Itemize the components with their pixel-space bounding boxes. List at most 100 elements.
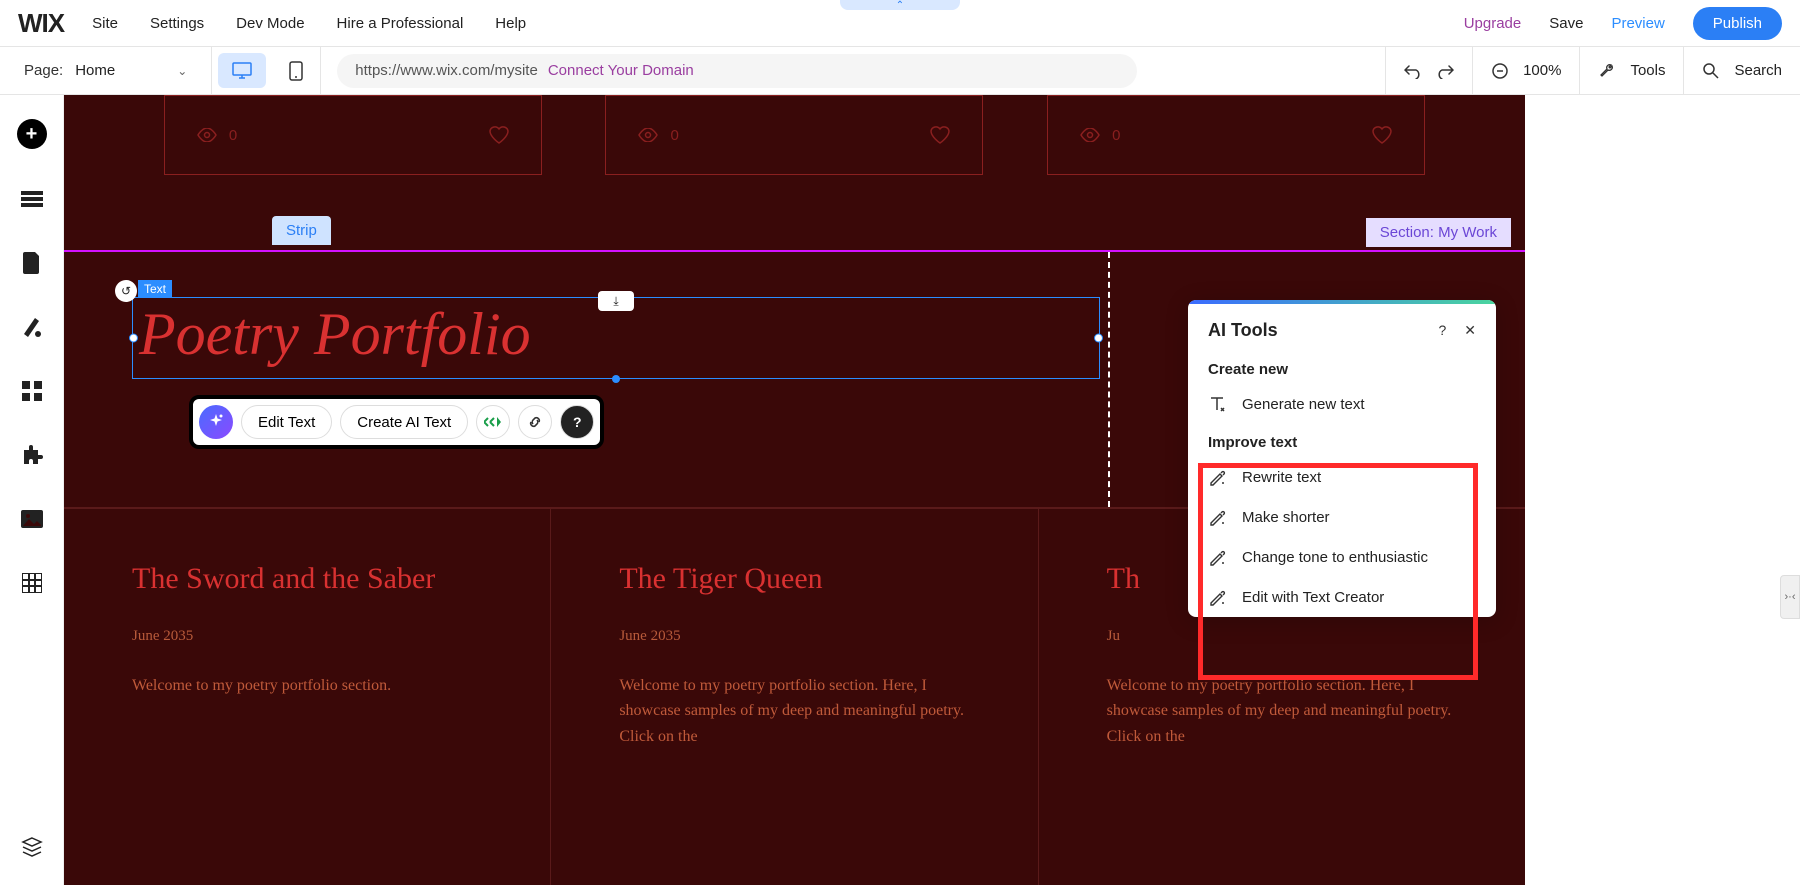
- make-shorter-item[interactable]: Make shorter: [1188, 497, 1496, 537]
- search-icon: [1702, 62, 1720, 80]
- column-title: The Sword and the Saber: [132, 559, 482, 600]
- page-label: Page:: [24, 62, 63, 79]
- column-title: The Tiger Queen: [619, 559, 969, 600]
- zoom-group[interactable]: 100%: [1472, 47, 1579, 94]
- desktop-view-button[interactable]: [218, 53, 266, 88]
- pencil-icon: [1208, 508, 1226, 526]
- tools-group[interactable]: Tools: [1579, 47, 1683, 94]
- text-type-badge: Text: [138, 280, 172, 298]
- generate-new-text-item[interactable]: Generate new text: [1188, 384, 1496, 424]
- popup-help-icon[interactable]: ?: [1438, 322, 1446, 339]
- menu-dev-mode[interactable]: Dev Mode: [236, 15, 304, 32]
- menu-help[interactable]: Help: [495, 15, 526, 32]
- top-actions: Upgrade Save Preview Publish: [1464, 7, 1782, 40]
- redo-icon[interactable]: [1436, 62, 1454, 80]
- undo-icon[interactable]: [1404, 62, 1422, 80]
- menu-hire[interactable]: Hire a Professional: [337, 15, 464, 32]
- rewrite-text-item[interactable]: Rewrite text: [1188, 457, 1496, 497]
- device-toggle: [211, 47, 321, 94]
- upgrade-link[interactable]: Upgrade: [1464, 15, 1522, 32]
- apps-icon[interactable]: [18, 377, 46, 405]
- page-selector[interactable]: Page: Home ⌄: [0, 47, 211, 94]
- column-date: June 2035: [619, 628, 969, 645]
- section-tab[interactable]: Section: My Work: [1366, 218, 1511, 247]
- column-2[interactable]: The Tiger Queen June 2035 Welcome to my …: [551, 509, 1038, 885]
- link-icon: [527, 414, 543, 430]
- eye-icon: [197, 128, 217, 142]
- add-element-button[interactable]: +: [17, 119, 47, 149]
- heart-icon[interactable]: [930, 126, 950, 144]
- heart-icon[interactable]: [1372, 126, 1392, 144]
- pencil-icon: [1208, 548, 1226, 566]
- ai-sparkle-button[interactable]: [199, 405, 233, 439]
- menu-settings[interactable]: Settings: [150, 15, 204, 32]
- pencil-icon: [1208, 588, 1226, 606]
- item-label: Change tone to enthusiastic: [1242, 549, 1428, 566]
- edit-with-text-creator-item[interactable]: Edit with Text Creator: [1188, 577, 1496, 617]
- anchor-button[interactable]: ⤓: [598, 291, 634, 311]
- design-icon[interactable]: [18, 313, 46, 341]
- column-body: Welcome to my poetry portfolio section. …: [1107, 673, 1457, 750]
- pencil-icon: [1208, 468, 1226, 486]
- text-generate-icon: [1208, 395, 1226, 413]
- view-count: 0: [670, 127, 678, 144]
- post-card[interactable]: 0: [605, 95, 983, 175]
- menu-site[interactable]: Site: [92, 15, 118, 32]
- post-card[interactable]: 0: [1047, 95, 1425, 175]
- preview-button[interactable]: Preview: [1611, 15, 1664, 32]
- view-count: 0: [1112, 127, 1120, 144]
- mobile-icon: [289, 61, 303, 81]
- top-menu: Site Settings Dev Mode Hire a Profession…: [92, 15, 1464, 32]
- animation-button[interactable]: [476, 405, 510, 439]
- canvas-area: ›·‹ 0 0 0 Strip Section: My Work ↺ Text: [64, 95, 1800, 885]
- secondbar-right: 100% Tools Search: [1385, 47, 1800, 94]
- tools-label: Tools: [1630, 62, 1665, 79]
- site-url: https://www.wix.com/mysite: [355, 62, 538, 79]
- layers-icon[interactable]: [18, 833, 46, 861]
- wix-logo[interactable]: WIX: [18, 8, 64, 39]
- sparkle-icon: [207, 413, 225, 431]
- connect-domain-link[interactable]: Connect Your Domain: [548, 62, 694, 79]
- zoom-value: 100%: [1523, 62, 1561, 79]
- selected-text-element[interactable]: ↺ Text ⤓ Poetry Portfolio: [132, 297, 1100, 379]
- sections-icon[interactable]: [18, 185, 46, 213]
- column-body: Welcome to my poetry portfolio section. …: [619, 673, 969, 750]
- strip-tab[interactable]: Strip: [272, 216, 331, 245]
- item-label: Rewrite text: [1242, 469, 1321, 486]
- top-bar: WIX Site Settings Dev Mode Hire a Profes…: [0, 0, 1800, 47]
- heart-icon[interactable]: [489, 126, 509, 144]
- integrations-icon[interactable]: [18, 441, 46, 469]
- chevron-down-icon: ⌄: [177, 64, 187, 78]
- resize-handle-bottom[interactable]: [612, 375, 620, 383]
- url-bar[interactable]: https://www.wix.com/mysite Connect Your …: [337, 54, 1137, 88]
- second-bar: Page: Home ⌄ https://www.wix.com/mysite …: [0, 47, 1800, 95]
- top-expand-tab[interactable]: ⌃: [840, 0, 960, 10]
- create-ai-text-button[interactable]: Create AI Text: [340, 405, 468, 439]
- cms-icon[interactable]: [18, 569, 46, 597]
- wrench-icon: [1598, 62, 1616, 80]
- edit-text-button[interactable]: Edit Text: [241, 405, 332, 439]
- save-button[interactable]: Save: [1549, 15, 1583, 32]
- close-icon[interactable]: ✕: [1464, 322, 1476, 339]
- media-icon[interactable]: [18, 505, 46, 533]
- change-tone-item[interactable]: Change tone to enthusiastic: [1188, 537, 1496, 577]
- ai-tools-popup: AI Tools ? ✕ Create new Generate new tex…: [1188, 300, 1496, 617]
- item-label: Make shorter: [1242, 509, 1330, 526]
- mobile-view-button[interactable]: [272, 47, 320, 94]
- revert-badge[interactable]: ↺: [115, 280, 137, 302]
- help-button[interactable]: ?: [560, 405, 594, 439]
- search-label: Search: [1734, 62, 1782, 79]
- column-date: June 2035: [132, 628, 482, 645]
- post-card[interactable]: 0: [164, 95, 542, 175]
- question-icon: ?: [573, 414, 582, 430]
- expand-handle[interactable]: ›·‹: [1780, 575, 1800, 619]
- pages-icon[interactable]: [18, 249, 46, 277]
- column-1[interactable]: The Sword and the Saber June 2035 Welcom…: [64, 509, 551, 885]
- element-toolbar: Edit Text Create AI Text ?: [189, 395, 604, 449]
- link-button[interactable]: [518, 405, 552, 439]
- publish-button[interactable]: Publish: [1693, 7, 1782, 40]
- search-group[interactable]: Search: [1683, 47, 1800, 94]
- eye-icon: [1080, 128, 1100, 142]
- left-rail: +: [0, 95, 64, 885]
- zoom-out-icon[interactable]: [1491, 62, 1509, 80]
